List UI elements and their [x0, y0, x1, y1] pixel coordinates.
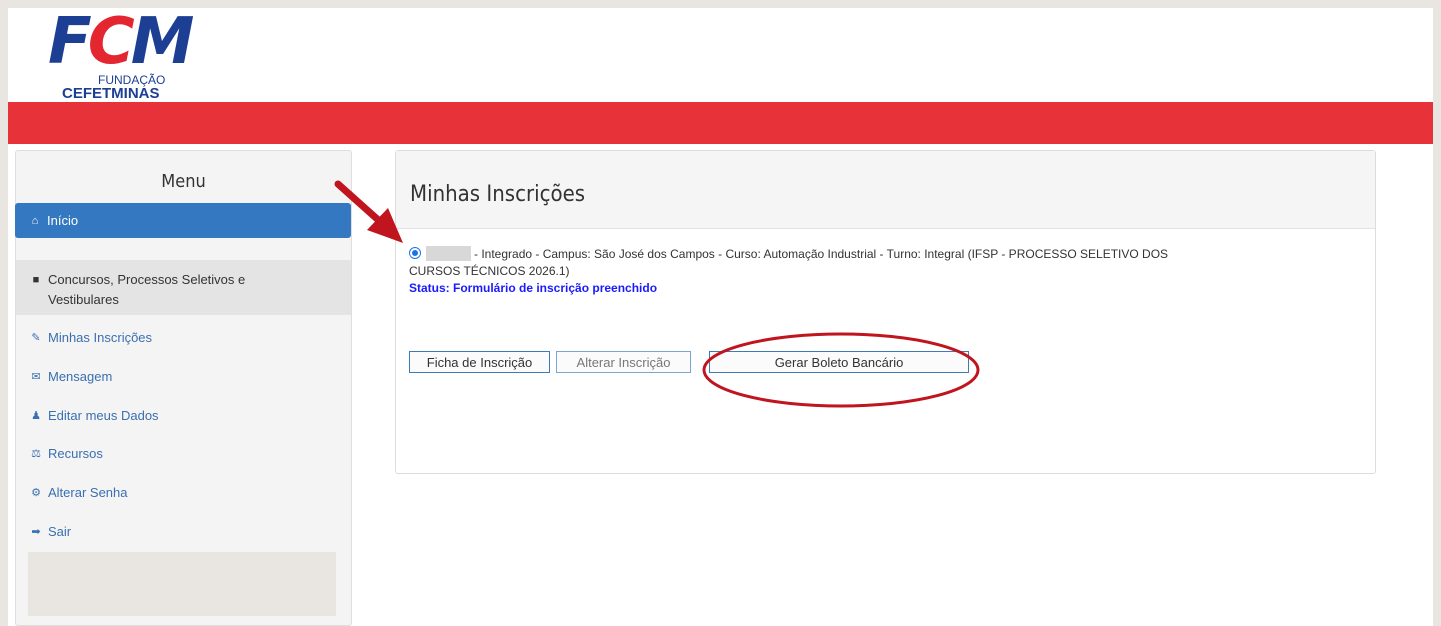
fcm-logo[interactable]: FCM FUNDAÇÃO CEFETMINAS [48, 8, 194, 102]
page-title: Minhas Inscrições [410, 182, 586, 207]
alterar-inscricao-button[interactable]: Alterar Inscrição [556, 351, 691, 373]
inscription-description-cont: CURSOS TÉCNICOS 2026.1) [409, 264, 570, 278]
status-text: Status: Formulário de inscrição preenchi… [409, 281, 658, 295]
gear-icon: ⚙ [31, 486, 41, 499]
sidebar-item-label: Mensagem [48, 368, 113, 384]
edit-icon: ✎ [31, 331, 41, 344]
sidebar-item-recursos[interactable]: ⚖ Recursos [16, 441, 351, 465]
sidebar: Menu ⌂ Início ■ Concursos, Processos Sel… [15, 150, 352, 626]
sidebar-item-mensagem[interactable]: ✉ Mensagem [16, 364, 351, 388]
inscription-description: - Integrado - Campus: São José dos Campo… [474, 247, 1169, 261]
logo-line2: CEFETMINAS [62, 85, 160, 102]
ficha-inscricao-button[interactable]: Ficha de Inscrição [409, 351, 550, 373]
sidebar-item-label: Sair [48, 523, 72, 539]
redacted-text [426, 246, 471, 261]
redacted-area [28, 552, 336, 616]
envelope-icon: ✉ [31, 370, 41, 383]
menu-title: Menu [161, 171, 206, 192]
sidebar-item-label: Recursos [48, 445, 103, 461]
sidebar-item-label: Concursos, Processos Seletivos e Vestibu… [48, 272, 246, 307]
sidebar-item-sair[interactable]: ➡ Sair [16, 519, 351, 543]
sidebar-item-editar-dados[interactable]: ♟ Editar meus Dados [16, 403, 351, 427]
sign-out-icon: ➡ [31, 525, 41, 538]
sidebar-item-label: Minhas Inscrições [48, 329, 153, 345]
gerar-boleto-button[interactable]: Gerar Boleto Bancário [709, 351, 969, 373]
inscriptions-panel: Minhas Inscrições - Integrado - Campus: … [395, 150, 1376, 474]
sidebar-item-label: Editar meus Dados [48, 407, 159, 423]
balance-scale-icon: ⚖ [31, 447, 41, 460]
folder-icon: ■ [32, 274, 40, 286]
sidebar-item-concursos[interactable]: ■ Concursos, Processos Seletivos e Vesti… [16, 260, 351, 315]
inscription-radio[interactable] [409, 247, 421, 259]
header-bar [8, 102, 1433, 144]
sidebar-item-label: Alterar Senha [48, 484, 128, 500]
user-icon: ♟ [31, 409, 41, 422]
logo-mark: FCM [48, 8, 194, 79]
sidebar-item-inicio[interactable]: ⌂ Início [15, 203, 351, 238]
sidebar-item-label: Início [47, 213, 79, 228]
sidebar-item-alterar-senha[interactable]: ⚙ Alterar Senha [16, 480, 351, 504]
page: FCM FUNDAÇÃO CEFETMINAS Menu ⌂ Início ■ … [8, 8, 1433, 626]
sidebar-item-minhas-inscricoes[interactable]: ✎ Minhas Inscrições [16, 325, 351, 349]
home-icon: ⌂ [31, 214, 39, 227]
panel-header: Minhas Inscrições [396, 151, 1375, 229]
